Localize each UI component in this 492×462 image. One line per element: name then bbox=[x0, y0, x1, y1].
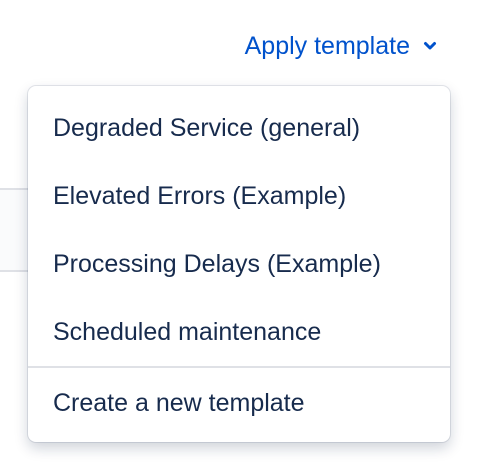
chevron-down-icon bbox=[422, 38, 438, 54]
apply-template-label: Apply template bbox=[244, 31, 410, 60]
menu-item-scheduled-maintenance[interactable]: Scheduled maintenance bbox=[28, 298, 450, 366]
menu-item-degraded-service[interactable]: Degraded Service (general) bbox=[28, 94, 450, 162]
template-dropdown-menu: Degraded Service (general) Elevated Erro… bbox=[28, 86, 450, 442]
menu-item-processing-delays[interactable]: Processing Delays (Example) bbox=[28, 230, 450, 298]
apply-template-button[interactable]: Apply template bbox=[245, 28, 438, 64]
menu-item-elevated-errors[interactable]: Elevated Errors (Example) bbox=[28, 162, 450, 230]
create-template-menu-item[interactable]: Create a new template bbox=[28, 368, 450, 438]
